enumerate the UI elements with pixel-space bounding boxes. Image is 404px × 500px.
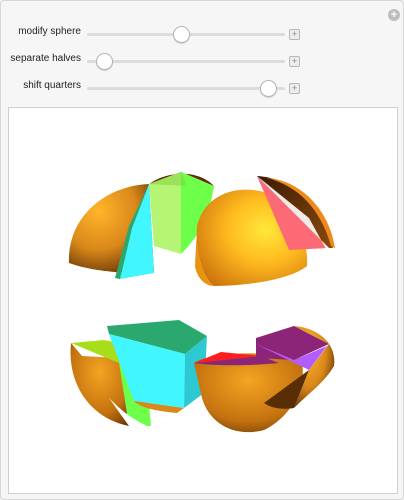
graphics-canvas[interactable]	[8, 107, 398, 494]
expand-controls-icon[interactable]: +	[289, 56, 300, 67]
slider-track-separate-halves[interactable]	[87, 53, 285, 70]
slider-label-shift-quarters: shift quarters	[23, 80, 81, 91]
split-sphere-graphic[interactable]	[9, 108, 397, 493]
slider-track-modify-sphere[interactable]	[87, 26, 285, 43]
slider-row-modify-sphere: modify sphere +	[1, 25, 404, 43]
panel-options-icon[interactable]: +	[388, 9, 400, 21]
expand-controls-icon[interactable]: +	[289, 29, 300, 40]
upper-left-quarter	[68, 184, 154, 279]
slider-label-modify-sphere: modify sphere	[18, 26, 81, 37]
slider-track-shift-quarters[interactable]	[87, 80, 285, 97]
slider-thumb-separate-halves[interactable]	[96, 53, 114, 70]
expand-controls-icon[interactable]: +	[289, 83, 300, 94]
slider-label-separate-halves: separate halves	[10, 53, 81, 64]
slider-row-shift-quarters: shift quarters +	[1, 79, 404, 97]
slider-thumb-shift-quarters[interactable]	[259, 80, 277, 97]
slider-thumb-modify-sphere[interactable]	[172, 26, 190, 43]
manipulate-panel: + modify sphere + separate halves + shif…	[0, 0, 404, 500]
slider-row-separate-halves: separate halves +	[1, 52, 404, 70]
